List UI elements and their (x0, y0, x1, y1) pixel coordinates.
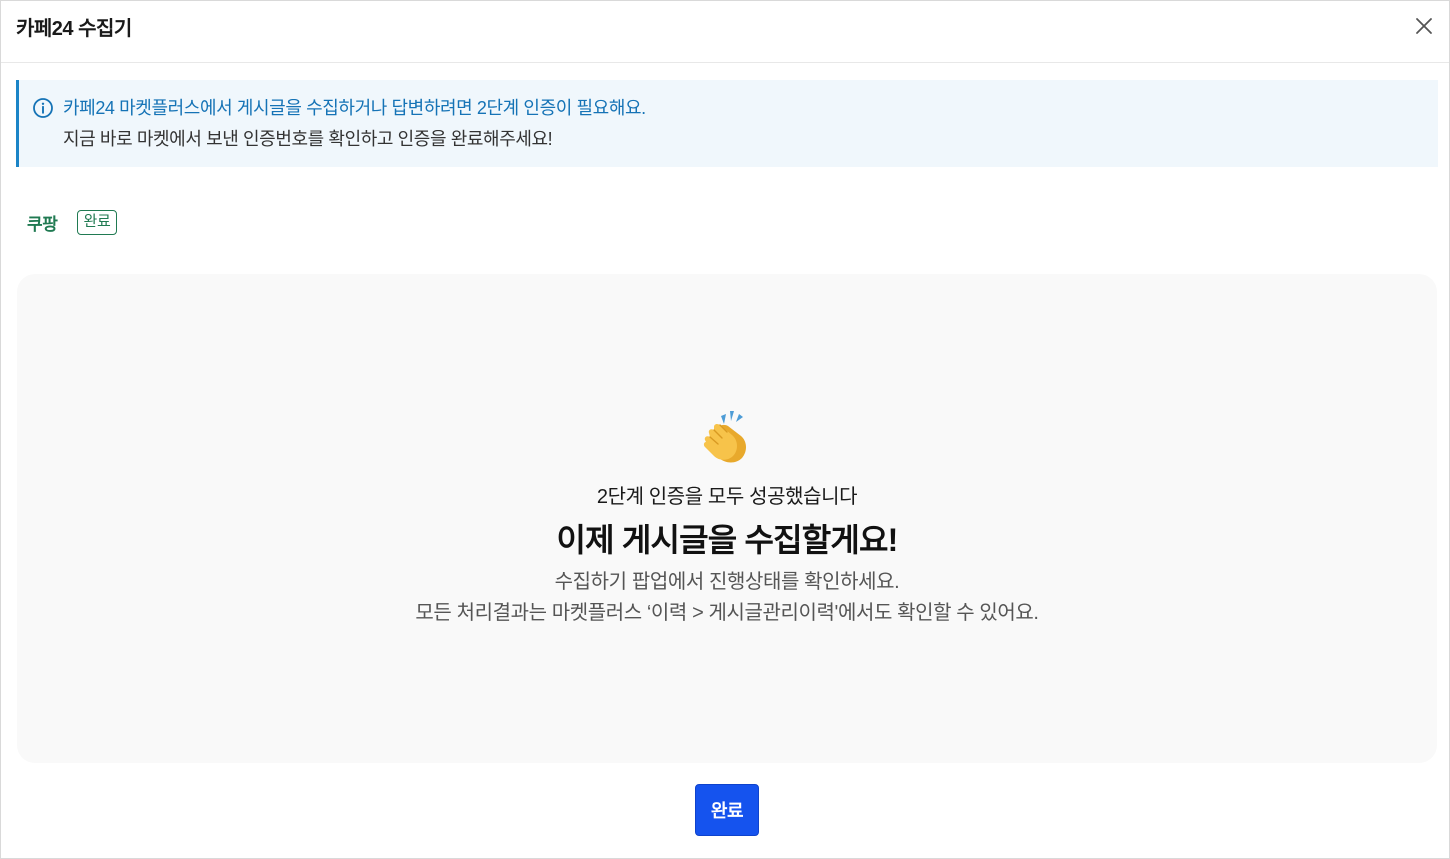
dialog-title: 카페24 수집기 (16, 18, 132, 40)
success-subtitle: 2단계 인증을 모두 성공했습니다 (596, 486, 858, 508)
close-icon[interactable] (1413, 15, 1435, 37)
close-button[interactable] (1413, 15, 1435, 37)
dialog-header: 카페24 수집기 (1, 1, 1449, 63)
collector-dialog: 카페24 수집기 카페24 마켓플러스에서 게시글을 수집하거나 답변하려면 2… (0, 0, 1450, 859)
success-description-history: 모든 처리결과는 마켓플러스 ‘이력 > 게시글관리이력'에서도 확인할 수 있… (415, 602, 1039, 624)
notice-message: 카페24 마켓플러스에서 게시글을 수집하거나 답변하려면 2단계 인증이 필요… (63, 98, 646, 118)
success-title: 이제 게시글을 수집할게요! (556, 522, 898, 558)
info-icon (32, 97, 54, 119)
market-name: 쿠팡 (27, 214, 58, 234)
clapping-hands-icon (697, 408, 757, 468)
status-badge: 완료 (77, 209, 117, 235)
result-panel: 2단계 인증을 모두 성공했습니다 이제 게시글을 수집할게요! 수집하기 팝업… (17, 274, 1437, 763)
done-button[interactable]: 완료 (695, 784, 759, 836)
notice-instruction: 지금 바로 마켓에서 보낸 인증번호를 확인하고 인증을 완료해주세요! (63, 129, 553, 149)
market-status-row: 쿠팡 완료 (27, 209, 117, 235)
success-description-progress: 수집하기 팝업에서 진행상태를 확인하세요. (554, 571, 900, 593)
auth-notice: 카페24 마켓플러스에서 게시글을 수집하거나 답변하려면 2단계 인증이 필요… (16, 80, 1438, 167)
